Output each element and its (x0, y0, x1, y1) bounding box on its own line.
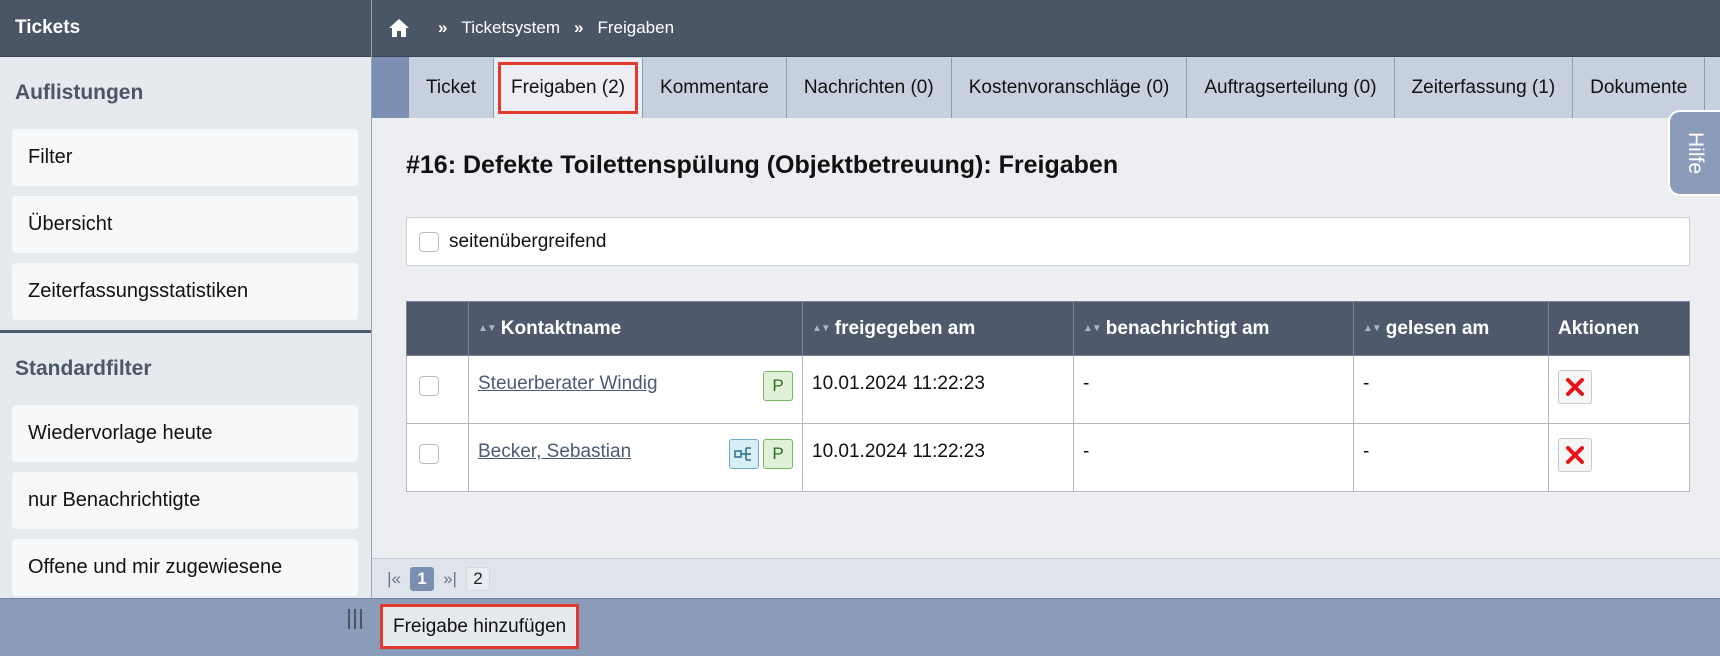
releases-table: ▲▼ Kontaktname ▲▼ freigegeben am ▲▼ benachr… (406, 301, 1690, 492)
actions-cell (1548, 355, 1690, 424)
tab-label: Nachrichten (0) (803, 77, 934, 98)
sidebar-item-filter[interactable]: Filter (12, 129, 358, 186)
actions-cell (1548, 423, 1690, 492)
tab-documents[interactable]: Dokumente (1573, 58, 1706, 118)
tab-messages[interactable]: Nachrichten (0) (786, 58, 952, 118)
table-row: Steuerberater Windig P 10.01.2024 11:22:… (406, 355, 1690, 424)
header-select (406, 301, 469, 356)
header-label: gelesen am (1385, 317, 1490, 339)
add-release-button[interactable]: Freigabe hinzufügen (380, 604, 580, 649)
row-select-cell (406, 355, 469, 424)
sidebar: Tickets Auflistungen Filter Übersicht Ze… (0, 0, 372, 656)
sidebar-item-notified-only[interactable]: nur Benachrichtigte (12, 472, 358, 529)
sidebar-item-resubmission-today[interactable]: Wiedervorlage heute (12, 405, 358, 462)
header-actions: Aktionen (1548, 301, 1690, 356)
sidebar-item-time-statistics[interactable]: Zeiterfassungsstatistiken (12, 263, 358, 320)
tab-label: Dokumente (1590, 77, 1688, 98)
sidebar-item-open-assigned[interactable]: Offene und mir zugewiesene (12, 539, 358, 596)
header-released-at[interactable]: ▲▼ freigegeben am (802, 301, 1074, 356)
breadcrumb-releases: Freigaben (597, 18, 675, 37)
row-select-cell (406, 423, 469, 492)
sidebar-item-overview[interactable]: Übersicht (12, 196, 358, 253)
sidebar-footer (0, 598, 372, 656)
sort-icon: ▲▼ (1363, 322, 1382, 334)
header-notified-at[interactable]: ▲▼ benachrichtigt am (1073, 301, 1354, 356)
delete-x-icon (1566, 446, 1584, 464)
tab-bar-lead (372, 57, 409, 118)
resize-grip-icon[interactable] (348, 609, 362, 629)
tab-ticket[interactable]: Ticket (409, 58, 494, 118)
cross-page-checkbox[interactable] (419, 231, 439, 252)
page-title: #16: Defekte Toilettenspülung (Objektbet… (406, 151, 1119, 179)
read-at-cell: - (1353, 423, 1549, 492)
sort-icon: ▲▼ (812, 322, 831, 334)
header-read-at[interactable]: ▲▼ gelesen am (1353, 301, 1549, 356)
permission-badge[interactable]: P (763, 371, 793, 401)
breadcrumb-separator: » (574, 18, 584, 37)
badge-group: P (729, 439, 793, 469)
pagination: |« 1 »| 2 (372, 558, 1720, 598)
cross-page-selection: seitenübergreifend (406, 217, 1690, 266)
breadcrumb-ticketsystem[interactable]: Ticketsystem (461, 18, 560, 38)
tab-releases[interactable]: Freigaben (2) (493, 58, 644, 118)
released-at-cell: 10.01.2024 11:22:23 (802, 355, 1074, 424)
contact-name-link[interactable]: Becker, Sebastian (478, 441, 631, 462)
sidebar-section-listings: Auflistungen (15, 81, 144, 104)
tab-label: Zeiterfassung (1) (1411, 77, 1556, 98)
share-tree-icon[interactable] (729, 439, 759, 469)
home-icon[interactable] (388, 18, 410, 38)
released-at-cell: 10.01.2024 11:22:23 (802, 423, 1074, 492)
header-label: Kontaktname (500, 317, 622, 339)
tab-order-placement[interactable]: Auftragserteilung (0) (1187, 58, 1395, 118)
help-tab[interactable]: Hilfe (1668, 110, 1720, 196)
permission-badge[interactable]: P (763, 439, 793, 469)
help-label: Hilfe (1683, 131, 1707, 175)
table-header-row: ▲▼ Kontaktname ▲▼ freigegeben am ▲▼ benachr… (406, 301, 1690, 356)
cross-page-label: seitenübergreifend (449, 230, 607, 252)
read-at-cell: - (1353, 355, 1549, 424)
delete-x-icon (1566, 378, 1584, 396)
sort-icon: ▲▼ (478, 322, 497, 334)
row-checkbox[interactable] (419, 376, 439, 396)
badge-group: P (763, 371, 793, 401)
sort-icon: ▲▼ (1083, 322, 1102, 334)
pager-current-page[interactable]: 1 (410, 566, 434, 591)
row-checkbox[interactable] (419, 444, 439, 464)
contact-name-cell: Steuerberater Windig P (468, 355, 803, 424)
tab-label: Ticket (426, 77, 476, 98)
header-contact-name[interactable]: ▲▼ Kontaktname (468, 301, 803, 356)
pager-first[interactable]: |« (382, 567, 406, 591)
header-label: benachrichtigt am (1105, 317, 1270, 339)
notified-at-cell: - (1073, 423, 1354, 492)
tab-label: Kostenvoranschläge (0) (968, 77, 1170, 98)
contact-name-link[interactable]: Steuerberater Windig (478, 373, 658, 394)
tab-label: Auftragserteilung (0) (1204, 77, 1377, 98)
tab-comments[interactable]: Kommentare (643, 58, 787, 118)
header-label: freigegeben am (834, 317, 976, 339)
delete-button[interactable] (1558, 438, 1592, 472)
breadcrumb: » Ticketsystem » Freigaben (372, 0, 1720, 57)
table-row: Becker, Sebastian P 10.01.2024 11:22:23 … (406, 423, 1690, 492)
notified-at-cell: - (1073, 355, 1354, 424)
delete-button[interactable] (1558, 370, 1592, 404)
tab-label: Kommentare (660, 77, 769, 98)
pager-last[interactable]: »| (438, 567, 462, 591)
pager-total-count: 2 (466, 566, 490, 591)
breadcrumb-separator: » (438, 18, 448, 37)
tab-time-tracking[interactable]: Zeiterfassung (1) (1394, 58, 1574, 118)
header-label: Aktionen (1558, 317, 1640, 339)
tab-bar: Ticket Freigaben (2) Kommentare Nachrich… (372, 57, 1720, 118)
sidebar-section-standard-filters: Standardfilter (15, 357, 152, 380)
tab-label: Freigaben (2) (497, 62, 639, 114)
sidebar-title: Tickets (0, 0, 371, 57)
contact-name-cell: Becker, Sebastian P (468, 423, 803, 492)
action-bar: Freigabe hinzufügen (372, 598, 1720, 656)
tab-estimates[interactable]: Kostenvoranschläge (0) (951, 58, 1188, 118)
